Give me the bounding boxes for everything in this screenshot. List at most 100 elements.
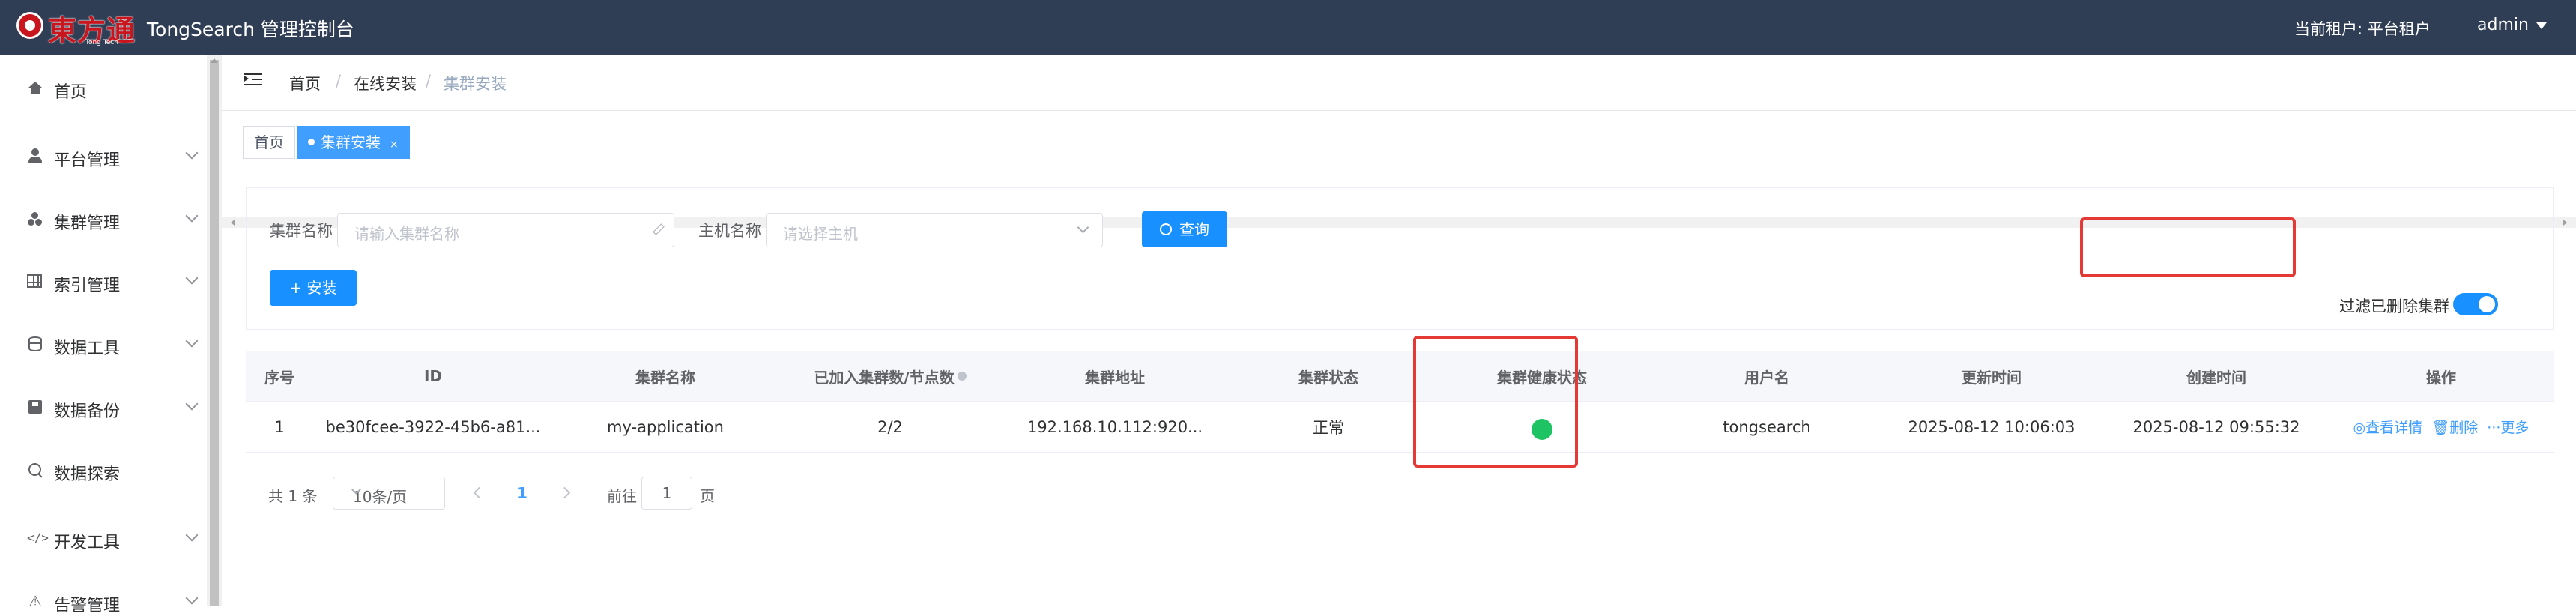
goto-prefix: 前往 [607,487,637,505]
close-icon[interactable]: × [390,139,399,151]
info-icon[interactable] [957,372,967,381]
sidebar-scrollbar-thumb[interactable] [210,60,219,606]
tab-label: 集群安装 [321,133,381,151]
chevron-down-icon [1077,221,1089,234]
cell-cluster-name: my-application [607,417,724,436]
breadcrumb-bar: 首页 / 在线安装 / 集群安装 [222,55,2576,111]
cell-actions: ◎查看详情 🗑删除 ···更多 [2329,402,2554,452]
sidebar-item-label: 平台管理 [54,151,121,170]
column-header: 集群名称 [635,368,695,387]
highlight-box-health [1413,336,1578,468]
tenant-label: 当前租户: [2294,20,2363,38]
current-page-number[interactable]: 1 [517,484,527,502]
tab-home[interactable]: 首页 [243,126,295,159]
sidebar-item-alerts[interactable]: ⚠ 告警管理 [0,586,207,616]
sidebar-item-explore[interactable]: 数据探索 [0,455,207,485]
goto-suffix: 页 [700,487,715,505]
caret-down-icon [2536,22,2547,29]
sidebar-item-dev-tools[interactable]: </> 开发工具 [0,523,207,553]
save-icon [27,399,43,415]
column-header: 创建时间 [2186,368,2246,387]
tenant-info: 当前租户: 平台租户 [2294,17,2431,40]
sidebar-item-label: 数据备份 [54,402,121,421]
search-icon [27,462,43,478]
more-label: 更多 [2500,420,2530,436]
table-header: 序号 ID 集群名称 已加入集群数/节点数 集群地址 集群状态 集群健康状态 用… [246,351,2554,402]
logo-subtext: Tong Tech [85,39,118,46]
cluster-icon [27,211,43,227]
breadcrumb-online-install[interactable]: 在线安装 [354,72,417,94]
sidebar-item-label: 集群管理 [54,214,121,233]
tab-label: 首页 [254,133,284,151]
delete-link[interactable]: 🗑删除 [2431,417,2478,437]
sidebar: 首页 平台管理 集群管理 索引管理 数据工具 数据备份 数据探索 </> 开发工… [0,55,207,615]
top-header: 東方通 Tong Tech TongSearch 管理控制台 当前租户: 平台租… [0,0,2576,55]
sidebar-item-data-tools[interactable]: 数据工具 [0,329,207,359]
sidebar-item-index[interactable]: 索引管理 [0,266,207,296]
table-row: 1 be30fcee-3922-45b6-a81... my-applicati… [246,402,2554,453]
cell-updated-time: 2025-08-12 10:06:03 [1908,417,2075,436]
active-dot-icon [308,139,315,145]
chevron-down-icon [185,528,199,542]
cell-index: 1 [274,417,285,436]
scroll-up-arrow-icon[interactable] [211,58,218,63]
column-header: 集群状态 [1298,368,1358,387]
breadcrumb-home[interactable]: 首页 [289,72,321,94]
database-icon [27,336,43,352]
switch-knob [2479,296,2495,312]
sidebar-item-label: 首页 [54,83,88,102]
cell-created-time: 2025-08-12 09:55:32 [2132,417,2300,436]
chevron-down-icon [185,146,199,160]
host-name-select[interactable]: 请选择主机 [766,213,1103,247]
sidebar-item-label: 数据工具 [54,339,121,358]
column-header-label: 已加入集群数/节点数 [814,368,955,387]
alert-icon: ⚠ [28,592,42,610]
search-icon [1160,223,1172,235]
edit-icon [653,224,663,235]
chevron-down-icon [185,334,199,348]
filter-deleted-switch[interactable] [2453,293,2498,315]
view-details-link[interactable]: ◎查看详情 [2353,417,2423,437]
cell-username: tongsearch [1723,417,1811,436]
sidebar-item-cluster[interactable]: 集群管理 [0,204,207,234]
breadcrumb-current: 集群安装 [444,75,507,93]
chevron-down-icon [185,271,199,285]
more-link[interactable]: ···更多 [2487,417,2529,437]
cell-nodes: 2/2 [877,417,903,436]
column-header: 集群地址 [1085,368,1145,387]
query-button-label: 查询 [1179,220,1209,238]
column-header: 序号 [264,368,294,387]
delete-label: 删除 [2449,420,2479,436]
query-button[interactable]: 查询 [1142,211,1227,247]
column-header: ID [423,367,443,385]
sidebar-item-label: 数据探索 [54,465,121,484]
cluster-name-label: 集群名称 [270,222,333,240]
chevron-down-icon [185,591,199,605]
column-header: 操作 [2426,368,2456,387]
cluster-name-input[interactable]: 请输入集群名称 [337,213,674,247]
cell-status: 正常 [1313,418,1344,437]
sidebar-item-platform[interactable]: 平台管理 [0,141,207,171]
cluster-name-placeholder: 请输入集群名称 [354,225,459,243]
user-menu[interactable]: admin [2477,16,2547,34]
logo: 東方通 Tong Tech [16,7,135,47]
page-size-select[interactable]: 10条/页 [333,477,445,510]
code-icon: </> [27,531,49,545]
hamburger-menu-icon[interactable] [244,73,262,88]
pagination-total: 共 1 条 [268,487,318,505]
sidebar-item-backup[interactable]: 数据备份 [0,392,207,422]
sidebar-item-home[interactable]: 首页 [0,73,207,103]
cell-address: 192.168.10.112:920... [1027,417,1203,436]
host-name-label: 主机名称 [698,222,761,240]
scroll-left-arrow-icon[interactable] [231,220,235,226]
goto-page-input[interactable]: 1 [641,477,692,510]
install-button[interactable]: + 安装 [270,270,357,306]
grid-icon [27,274,42,288]
tab-cluster-install[interactable]: 集群安装 × [297,126,410,159]
tenant-value: 平台租户 [2367,20,2431,38]
scroll-right-arrow-icon[interactable] [2563,220,2567,226]
column-header-with-info: 已加入集群数/节点数 [778,351,1003,401]
home-icon [27,79,43,96]
sidebar-item-label: 索引管理 [54,277,121,295]
filter-deleted-label: 过滤已删除集群 [2339,298,2449,315]
